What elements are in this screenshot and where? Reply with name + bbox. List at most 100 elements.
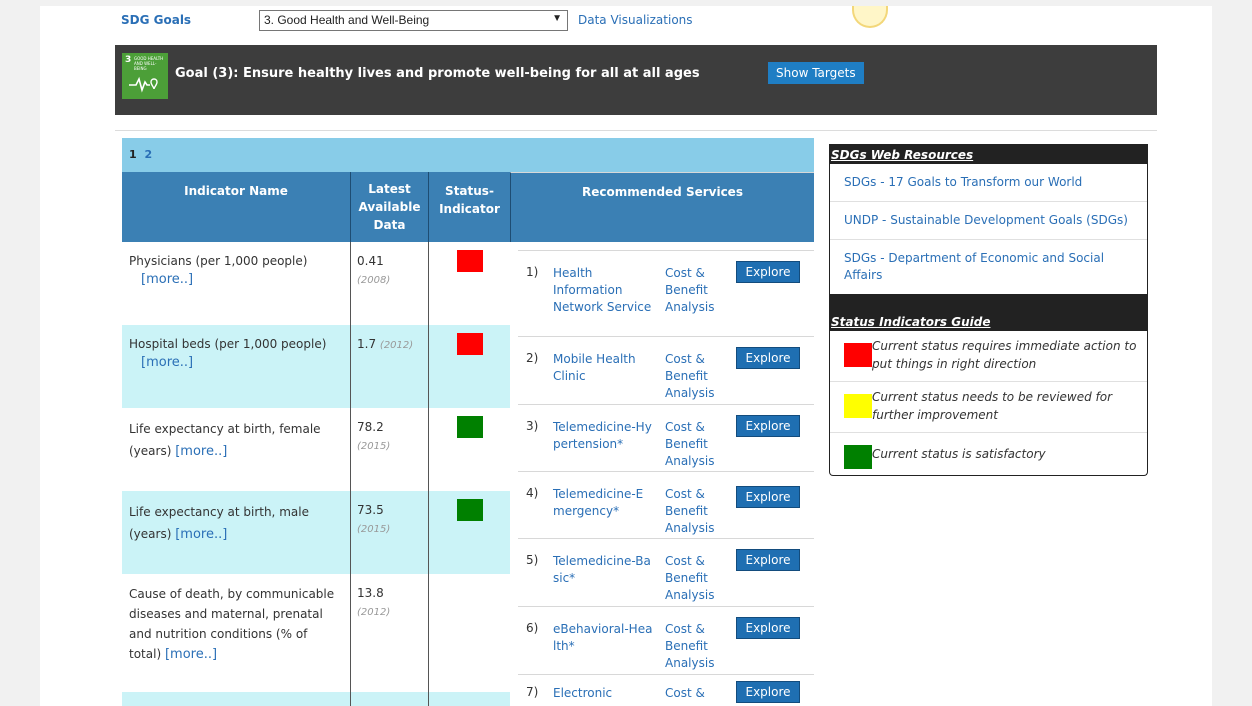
goal-logo: 3 GOOD HEALTH AND WELL-BEING <box>122 53 168 99</box>
explore-button[interactable]: Explore <box>736 347 800 369</box>
chevron-down-icon: ▼ <box>552 13 562 24</box>
cost-benefit-link[interactable]: Cost & Benefit Analysis <box>665 351 735 402</box>
page: SDG Goals 3. Good Health and Well-Being … <box>40 6 1212 706</box>
indicator-value: 0.41 (2008) <box>357 252 423 290</box>
indicator-name: Life expectancy at birth, male (years) [… <box>129 501 343 546</box>
guide-box: Current status requires immediate action… <box>829 331 1148 476</box>
explore-button[interactable]: Explore <box>736 549 800 571</box>
explore-button[interactable]: Explore <box>736 261 800 283</box>
header-recommended-services: Recommended Services <box>510 172 814 242</box>
service-name-link[interactable]: Telemedicine-Basic* <box>553 553 653 587</box>
service-item: 1) Health Information Network Service Co… <box>518 250 814 336</box>
service-index: 5) <box>526 553 539 567</box>
table-row: Cause of death, by communicable diseases… <box>122 574 510 692</box>
goal-banner: 3 GOOD HEALTH AND WELL-BEING Goal (3): E… <box>115 45 1157 115</box>
guide-text: Current status requires immediate action… <box>872 339 1137 371</box>
resources-box: SDGs - 17 Goals to Transform our World U… <box>829 164 1148 295</box>
table-row: Life expectancy at birth, female (years)… <box>122 408 510 491</box>
resource-link[interactable]: SDGs - 17 Goals to Transform our World <box>830 164 1147 202</box>
header-latest-data: Latest Available Data <box>350 172 428 242</box>
show-targets-button[interactable]: Show Targets <box>768 62 864 84</box>
resource-link[interactable]: UNDP - Sustainable Development Goals (SD… <box>830 202 1147 240</box>
heartbeat-icon <box>129 76 158 93</box>
value-text: 13.8 <box>357 586 384 600</box>
cost-benefit-link[interactable]: Cost & Benefit Analysis <box>665 486 735 537</box>
service-item: 4) Telemedicine-Emergency* Cost & Benefi… <box>518 471 814 538</box>
value-text: 78.2 <box>357 420 384 434</box>
cost-benefit-link[interactable]: Cost & Benefit Analysis <box>665 265 735 316</box>
explore-button[interactable]: Explore <box>736 415 800 437</box>
service-item: 2) Mobile Health Clinic Cost & Benefit A… <box>518 336 814 404</box>
more-link[interactable]: [more..] <box>141 355 193 370</box>
indicator-name: Cause of death, by communicable diseases… <box>129 584 343 665</box>
service-name-link[interactable]: eBehavioral-Health* <box>553 621 653 655</box>
guide-title: Status Indicators Guide <box>831 315 991 329</box>
service-index: 7) <box>526 685 539 699</box>
resources-title: SDGs Web Resources <box>829 144 1148 164</box>
service-name-link[interactable]: Health Information Network Service <box>553 265 653 316</box>
column-divider <box>350 242 351 706</box>
status-green-indicator <box>457 499 483 521</box>
guide-item: Current status is satisfactory <box>830 433 1147 475</box>
sdg-goals-link[interactable]: SDG Goals <box>121 13 191 27</box>
table-row <box>122 692 510 706</box>
more-link[interactable]: [more..] <box>141 272 193 287</box>
more-link[interactable]: [more..] <box>175 527 227 542</box>
cost-benefit-link[interactable]: Cost & Benefit Analysis <box>665 419 735 470</box>
explore-button[interactable]: Explore <box>736 486 800 508</box>
cost-benefit-link[interactable]: Cost & Benefit Analysis <box>665 621 735 672</box>
indicator-name-text: Hospital beds (per 1,000 people) <box>129 337 327 351</box>
page-1-link[interactable]: 1 <box>129 148 137 161</box>
indicator-name-text: Cause of death, by communicable diseases… <box>129 587 335 661</box>
value-text: 1.7 <box>357 337 377 351</box>
guide-item: Current status needs to be reviewed for … <box>830 382 1147 433</box>
service-index: 3) <box>526 419 539 433</box>
service-name-link[interactable]: Mobile Health Clinic <box>553 351 653 385</box>
more-link[interactable]: [more..] <box>165 647 217 662</box>
resource-link[interactable]: SDGs - Department of Economic and Social… <box>830 240 1147 294</box>
indicator-name: Life expectancy at birth, female (years)… <box>129 418 343 463</box>
goal-select-value: 3. Good Health and Well-Being <box>264 13 430 27</box>
goal-select[interactable]: 3. Good Health and Well-Being ▼ <box>259 10 568 31</box>
indicator-name: Hospital beds (per 1,000 people) [more..… <box>129 335 343 372</box>
value-year: (2012) <box>379 340 414 351</box>
header-latest-data-label: Latest Available Data <box>358 182 421 232</box>
service-index: 1) <box>526 265 539 279</box>
service-name-link[interactable]: Electronic <box>553 685 653 702</box>
red-status-swatch <box>844 343 872 367</box>
service-index: 4) <box>526 486 539 500</box>
table-row: Physicians (per 1,000 people) [more..] 0… <box>122 242 510 325</box>
service-item: 6) eBehavioral-Health* Cost & Benefit An… <box>518 606 814 674</box>
value-year: (2015) <box>357 524 391 535</box>
value-year: (2012) <box>357 607 391 618</box>
more-link[interactable]: [more..] <box>175 444 227 459</box>
column-divider <box>428 242 429 706</box>
cost-benefit-link[interactable]: Cost & <box>665 685 735 702</box>
header-indicator-name: Indicator Name <box>184 184 288 198</box>
page-2-link[interactable]: 2 <box>145 148 153 161</box>
indicator-name-text: Physicians (per 1,000 people) <box>129 254 308 268</box>
service-item: 7) Electronic Cost & Explore <box>518 674 814 706</box>
value-text: 0.41 <box>357 254 384 268</box>
status-red-indicator <box>457 333 483 355</box>
service-name-link[interactable]: Telemedicine-Emergency* <box>553 486 653 520</box>
goal-title: Goal (3): Ensure healthy lives and promo… <box>175 66 700 81</box>
service-index: 6) <box>526 621 539 635</box>
indicator-value: 1.7 (2012) <box>357 335 423 355</box>
services-list: 1) Health Information Network Service Co… <box>518 242 814 706</box>
service-item: 5) Telemedicine-Basic* Cost & Benefit An… <box>518 538 814 606</box>
indicator-value: 78.2 (2015) <box>357 418 423 456</box>
explore-button[interactable]: Explore <box>736 617 800 639</box>
indicator-value: 73.5 (2015) <box>357 501 423 539</box>
data-visualizations-link[interactable]: Data Visualizations <box>578 13 693 27</box>
goal-logo-text: GOOD HEALTH AND WELL-BEING <box>134 56 164 71</box>
yellow-status-swatch <box>844 394 872 418</box>
table-header: Indicator Name Latest Available Data Sta… <box>122 172 814 242</box>
indicator-name: Physicians (per 1,000 people) [more..] <box>129 252 343 289</box>
indicators-table: 1 2 Indicator Name Latest Available Data… <box>122 138 814 706</box>
value-year: (2008) <box>357 275 391 286</box>
cost-benefit-link[interactable]: Cost & Benefit Analysis <box>665 553 735 604</box>
service-name-link[interactable]: Telemedicine-Hypertension* <box>553 419 653 453</box>
service-index: 2) <box>526 351 539 365</box>
table-row: Life expectancy at birth, male (years) [… <box>122 491 510 574</box>
